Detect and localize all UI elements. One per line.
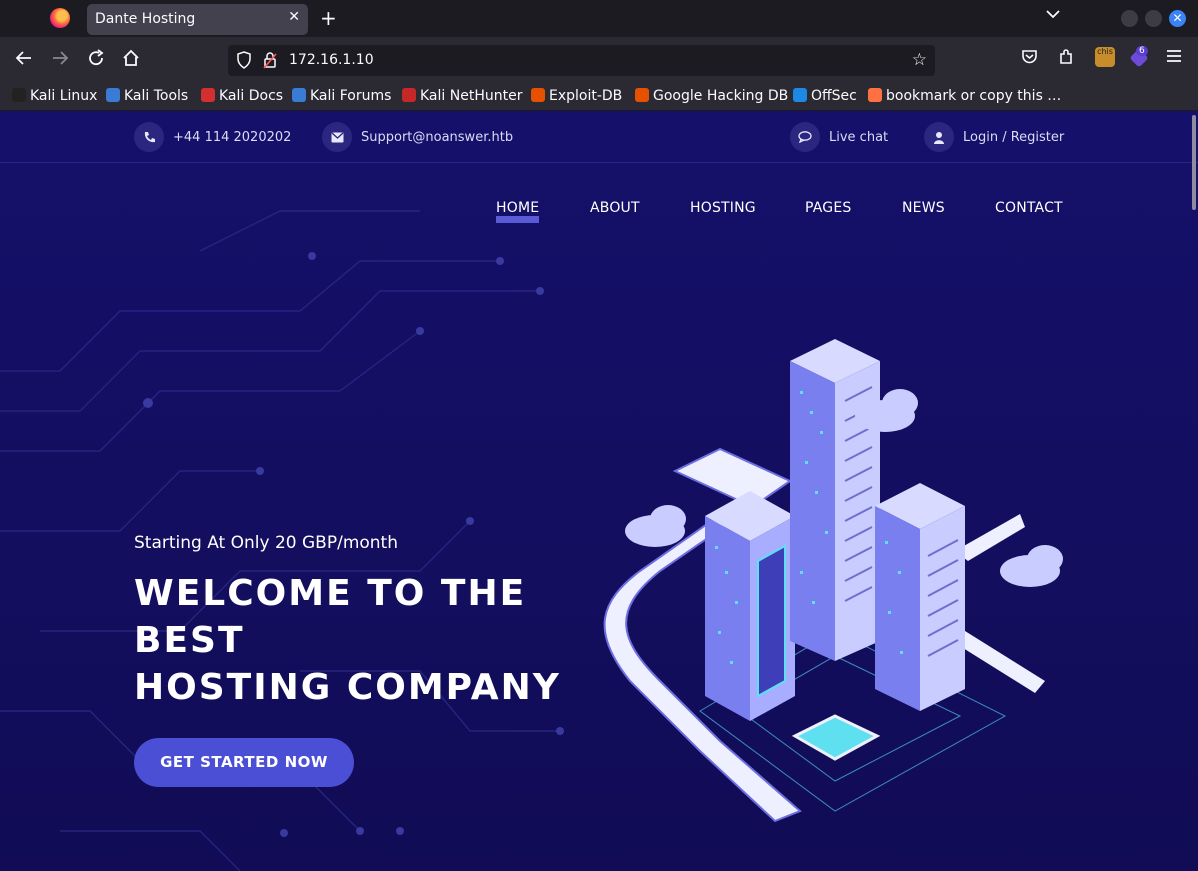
bookmark-label: Kali NetHunter bbox=[420, 88, 523, 104]
bookmark-item[interactable]: Kali Tools bbox=[106, 88, 188, 104]
bookmark-favicon-icon bbox=[292, 88, 306, 102]
menu-about[interactable]: ABOUT bbox=[590, 200, 640, 216]
bookmark-favicon-icon bbox=[201, 88, 215, 102]
bookmark-favicon-icon bbox=[635, 88, 649, 102]
menu-hosting[interactable]: HOSTING bbox=[690, 200, 756, 216]
bookmark-favicon-icon bbox=[868, 88, 882, 102]
forward-icon[interactable] bbox=[51, 49, 69, 72]
bookmark-label: Exploit-DB bbox=[549, 88, 623, 104]
bookmark-item[interactable]: Kali Forums bbox=[292, 88, 391, 104]
live-chat-label: Live chat bbox=[829, 129, 889, 145]
bookmark-favicon-icon bbox=[402, 88, 416, 102]
hero-headline-line1: WELCOME TO THE bbox=[134, 573, 527, 614]
tab-dante-hosting[interactable]: Dante Hosting ✕ bbox=[87, 4, 308, 35]
window-close-button[interactable]: ✕ bbox=[1169, 10, 1186, 27]
tab-title: Dante Hosting bbox=[95, 11, 196, 27]
list-all-tabs-icon[interactable] bbox=[1046, 8, 1060, 23]
bookmark-item[interactable]: Kali NetHunter bbox=[402, 88, 522, 104]
tab-close-icon[interactable]: ✕ bbox=[288, 9, 300, 25]
browser-tab-strip: Dante Hosting ✕ + ✕ bbox=[0, 0, 1198, 37]
firefox-icon[interactable] bbox=[50, 8, 70, 28]
bookmark-label: Kali Linux bbox=[30, 88, 98, 104]
hero-headline: WELCOME TO THE BEST HOSTING COMPANY bbox=[134, 570, 561, 711]
bookmark-favicon-icon bbox=[12, 88, 26, 102]
email-contact[interactable]: Support@noanswer.htb bbox=[322, 122, 513, 152]
web-page: +44 114 2020202 Support@noanswer.htb Liv… bbox=[0, 111, 1198, 871]
tracking-shield-icon[interactable] bbox=[236, 51, 252, 73]
insecure-lock-icon[interactable] bbox=[263, 51, 277, 73]
hero-subtitle: Starting At Only 20 GBP/month bbox=[134, 533, 398, 553]
envelope-icon bbox=[322, 122, 352, 152]
bookmarks-toolbar: Kali Linux Kali Tools Kali Docs Kali Forums… bbox=[0, 82, 1198, 111]
address-bar[interactable]: 172.16.1.10 ☆ bbox=[228, 45, 935, 76]
phone-number: +44 114 2020202 bbox=[173, 129, 292, 145]
bookmark-label: OffSec bbox=[811, 88, 857, 104]
back-icon[interactable] bbox=[15, 49, 33, 72]
phone-contact[interactable]: +44 114 2020202 bbox=[134, 122, 291, 152]
app-menu-icon[interactable] bbox=[1166, 48, 1182, 67]
hero-headline-line2: BEST bbox=[134, 620, 245, 661]
bookmark-label: Kali Docs bbox=[219, 88, 284, 104]
chat-icon bbox=[790, 122, 820, 152]
pocket-icon[interactable] bbox=[1021, 48, 1038, 69]
bookmark-item[interactable]: Kali Docs bbox=[201, 88, 283, 104]
bookmark-label: bookmark or copy this … bbox=[886, 88, 1062, 104]
home-icon[interactable] bbox=[122, 49, 140, 72]
bookmark-label: Kali Forums bbox=[310, 88, 392, 104]
bookmark-favicon-icon bbox=[531, 88, 545, 102]
bookmark-label: Kali Tools bbox=[124, 88, 189, 104]
bookmark-favicon-icon bbox=[793, 88, 807, 102]
reload-icon[interactable] bbox=[87, 49, 105, 72]
bookmark-item[interactable]: OffSec bbox=[793, 88, 857, 104]
menu-pages[interactable]: PAGES bbox=[805, 200, 851, 216]
extension-count-badge: 6 bbox=[1136, 46, 1148, 56]
menu-home[interactable]: HOME bbox=[496, 200, 540, 223]
url-text: 172.16.1.10 bbox=[289, 52, 374, 68]
page-scrollbar[interactable] bbox=[1192, 115, 1196, 210]
top-info-bar: +44 114 2020202 Support@noanswer.htb Liv… bbox=[0, 111, 1198, 163]
minimize-button[interactable] bbox=[1121, 10, 1138, 27]
email-address: Support@noanswer.htb bbox=[361, 129, 514, 145]
login-register-link[interactable]: Login / Register bbox=[924, 122, 1064, 152]
get-started-button[interactable]: GET STARTED NOW bbox=[134, 738, 354, 787]
menu-contact[interactable]: CONTACT bbox=[995, 200, 1063, 216]
new-tab-button[interactable]: + bbox=[320, 6, 337, 30]
user-icon bbox=[924, 122, 954, 152]
bookmark-item[interactable]: Kali Linux bbox=[12, 88, 97, 104]
bookmark-label: Google Hacking DB bbox=[653, 88, 789, 104]
live-chat-link[interactable]: Live chat bbox=[790, 122, 888, 152]
bookmark-favicon-icon bbox=[106, 88, 120, 102]
extensions-icon[interactable] bbox=[1058, 48, 1075, 69]
bookmark-item[interactable]: Exploit-DB bbox=[531, 88, 622, 104]
menu-news[interactable]: NEWS bbox=[902, 200, 945, 216]
hero-headline-line3: HOSTING COMPANY bbox=[134, 667, 561, 708]
maximize-button[interactable] bbox=[1145, 10, 1162, 27]
login-register-label: Login / Register bbox=[963, 129, 1065, 145]
bookmark-item[interactable]: bookmark or copy this … bbox=[868, 88, 1061, 104]
navigation-toolbar: 172.16.1.10 ☆ bbox=[0, 37, 1198, 82]
bookmark-item[interactable]: Google Hacking DB bbox=[635, 88, 788, 104]
bookmark-star-icon[interactable]: ☆ bbox=[912, 50, 927, 70]
phone-icon bbox=[134, 122, 164, 152]
datacenter-illustration bbox=[603, 339, 1063, 823]
chisel-extension-icon[interactable]: chis bbox=[1095, 47, 1115, 67]
